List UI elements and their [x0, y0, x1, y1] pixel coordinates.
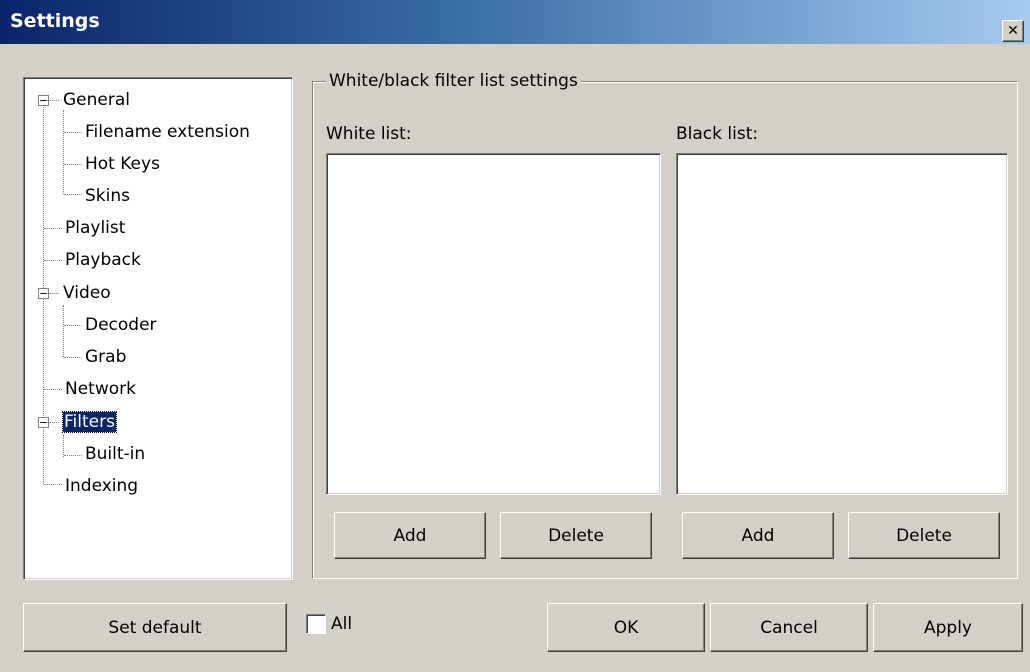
tree-item-decoder[interactable]: Decoder — [85, 315, 157, 335]
groupbox-title: White/black filter list settings — [326, 70, 581, 92]
tree-item-video[interactable]: Video — [63, 283, 111, 303]
tree-line — [64, 194, 82, 195]
all-checkbox[interactable] — [306, 614, 326, 634]
white-list-label: White list: — [326, 124, 412, 144]
tree-line — [64, 132, 82, 133]
collapse-video-icon[interactable]: − — [38, 288, 49, 299]
window-title: Settings — [10, 10, 100, 32]
tree-line — [49, 100, 59, 101]
cancel-button[interactable]: Cancel — [710, 603, 868, 652]
tree-line — [49, 422, 59, 423]
black-list-label: Black list: — [676, 124, 759, 144]
apply-button[interactable]: Apply — [873, 603, 1023, 652]
tree-line — [49, 293, 59, 294]
tree-line — [44, 260, 62, 261]
ok-button[interactable]: OK — [547, 603, 705, 652]
tree-item-built-in[interactable]: Built-in — [85, 444, 145, 464]
white-delete-button[interactable]: Delete — [500, 512, 652, 559]
black-add-button[interactable]: Add — [682, 512, 834, 559]
tree-line — [44, 484, 62, 485]
tree-item-skins[interactable]: Skins — [85, 186, 130, 206]
tree-item-grab[interactable]: Grab — [85, 347, 126, 367]
tree-item-general[interactable]: General — [63, 90, 130, 110]
black-delete-button[interactable]: Delete — [848, 512, 1000, 559]
set-default-button[interactable]: Set default — [23, 603, 287, 652]
tree-item-indexing[interactable]: Indexing — [65, 476, 138, 496]
tree-line — [44, 228, 62, 229]
tree-line — [64, 455, 82, 456]
tree-line — [63, 435, 64, 457]
close-icon: ✕ — [1007, 23, 1019, 39]
white-add-button[interactable]: Add — [334, 512, 486, 559]
settings-tree[interactable]: − General Filename extension Hot Keys Sk… — [23, 77, 293, 580]
close-button[interactable]: ✕ — [1002, 20, 1024, 42]
white-listbox[interactable] — [326, 153, 661, 495]
tree-line — [64, 164, 82, 165]
tree-item-filters[interactable]: Filters — [62, 411, 117, 433]
tree-item-hot-keys[interactable]: Hot Keys — [85, 154, 160, 174]
tree-item-filters-label: Filters — [62, 411, 117, 433]
tree-line — [63, 305, 64, 357]
tree-line — [44, 389, 62, 390]
collapse-general-icon[interactable]: − — [38, 95, 49, 106]
tree-line — [64, 325, 82, 326]
tree-line — [63, 110, 64, 194]
all-checkbox-label[interactable]: All — [331, 614, 352, 634]
tree-item-network[interactable]: Network — [65, 379, 136, 399]
tree-line — [64, 357, 82, 358]
title-bar[interactable]: Settings ✕ — [0, 0, 1030, 44]
collapse-filters-icon[interactable]: − — [38, 417, 49, 428]
black-listbox[interactable] — [676, 153, 1008, 495]
tree-item-playback[interactable]: Playback — [65, 250, 141, 270]
tree-item-filename-extension[interactable]: Filename extension — [85, 122, 250, 142]
tree-item-playlist[interactable]: Playlist — [65, 218, 125, 238]
